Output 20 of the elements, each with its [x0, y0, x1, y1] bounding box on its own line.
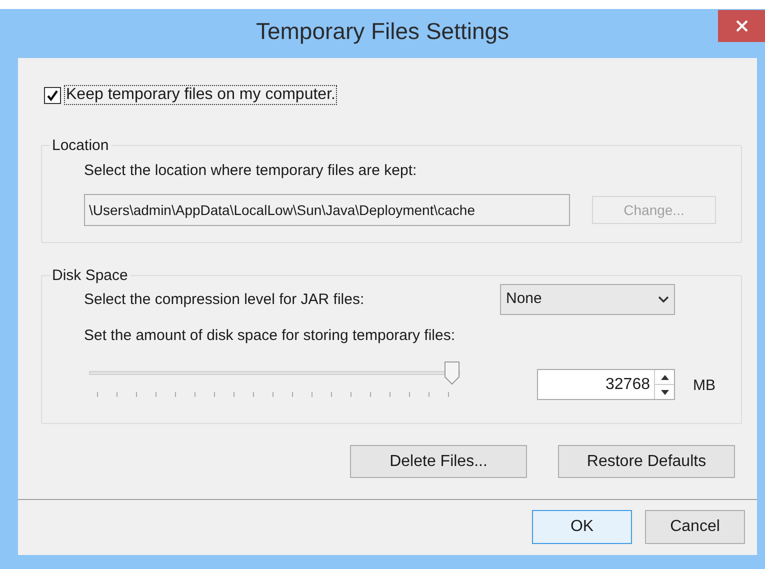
location-path-field[interactable]: \Users\admin\AppData\LocalLow\Sun\Java\Deployment\cache [84, 194, 570, 226]
dialog-button[interactable]: OK [532, 510, 632, 544]
compression-label: Select the compression level for JAR files: [84, 290, 364, 310]
keep-files-checkbox[interactable] [44, 86, 61, 104]
window-title: Temporary Files Settings [256, 17, 510, 46]
action-button[interactable]: Restore Defaults [558, 445, 735, 478]
close-icon [736, 20, 748, 32]
action-button[interactable]: Delete Files... [350, 445, 527, 478]
chevron-down-icon [658, 296, 669, 303]
slider-thumb[interactable] [444, 361, 460, 385]
dialog-button[interactable]: Cancel [645, 510, 745, 544]
keep-files-label[interactable]: Keep temporary files on my computer. [64, 85, 338, 105]
disk-space-slider[interactable] [89, 361, 460, 385]
disk-space-label: Set the amount of disk space for storing temporary files: [84, 326, 456, 346]
close-button[interactable] [718, 10, 765, 42]
unit-label: MB [693, 376, 716, 396]
checkmark-icon [46, 88, 59, 102]
location-prompt: Select the location where temporary files are kept: [84, 161, 417, 181]
size-spinbox[interactable]: 32768 [537, 369, 675, 400]
compression-dropdown[interactable]: None [500, 284, 675, 315]
